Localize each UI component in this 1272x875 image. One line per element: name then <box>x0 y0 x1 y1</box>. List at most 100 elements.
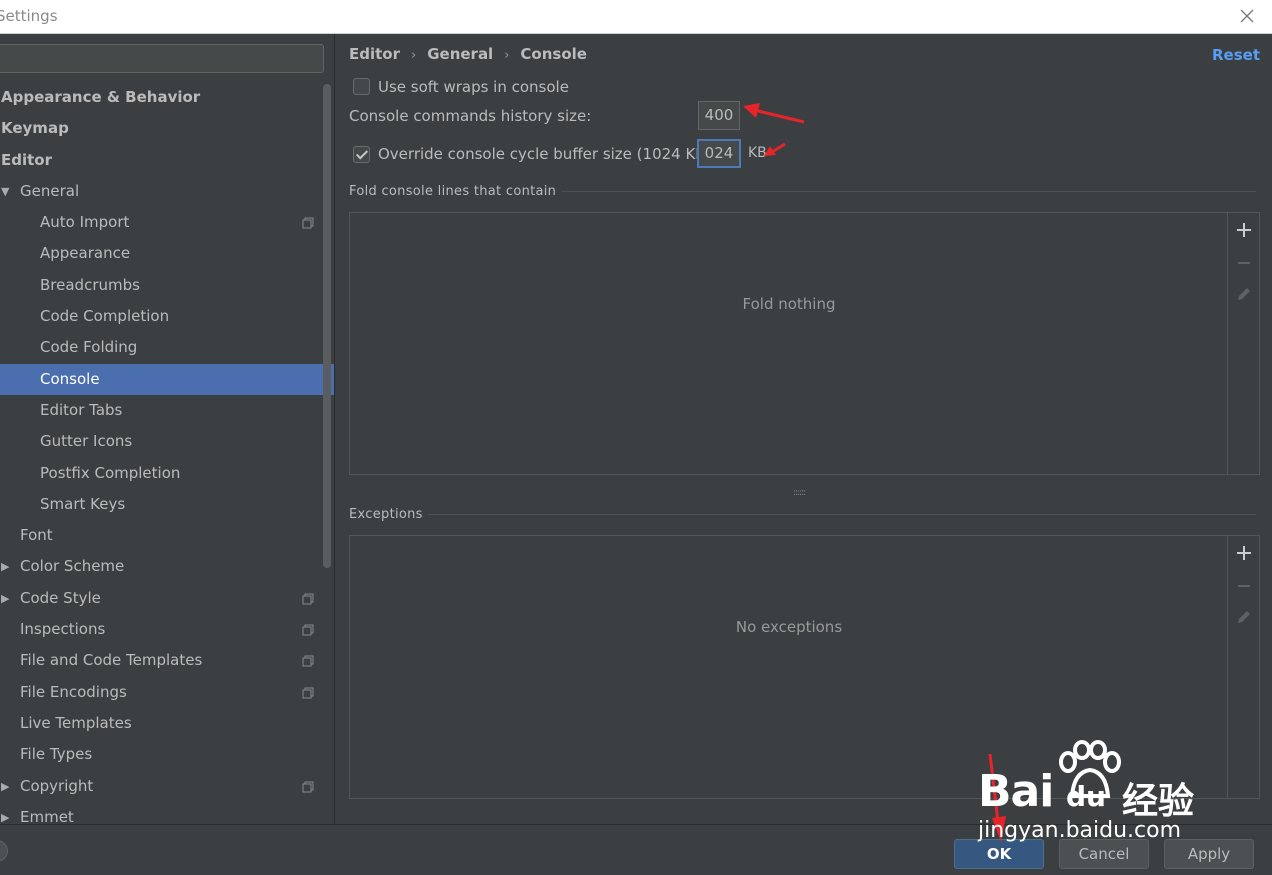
watermark-brand: Bai <box>978 766 1054 817</box>
override-buffer-label: Override console cycle buffer size (1024… <box>378 145 712 163</box>
sidebar-item-gutter-icons[interactable]: Gutter Icons <box>0 426 334 457</box>
fold-lines-list[interactable]: Fold nothing <box>349 212 1260 475</box>
sidebar-item-inspections[interactable]: Inspections <box>0 614 334 645</box>
sidebar-item-label: Color Scheme <box>20 557 125 576</box>
sidebar-item-label: Editor <box>1 150 52 169</box>
help-button[interactable] <box>0 840 8 862</box>
sidebar-item-label: Copyright <box>20 776 94 795</box>
sidebar-item-label: Emmet <box>20 807 74 824</box>
project-scope-icon <box>302 217 314 229</box>
sidebar-item-label: Code Folding <box>40 338 138 357</box>
history-size-field[interactable]: 400 <box>698 101 740 130</box>
sidebar-item-keymap[interactable]: Keymap <box>0 113 334 144</box>
breadcrumb-general: General <box>427 45 494 63</box>
sidebar-item-label: Keymap <box>1 119 69 138</box>
sidebar-item-label: Smart Keys <box>40 494 126 513</box>
sidebar-scrollbar[interactable] <box>323 84 331 568</box>
sidebar-item-code-folding[interactable]: Code Folding <box>0 332 334 363</box>
sidebar-item-label: Breadcrumbs <box>40 275 140 294</box>
soft-wraps-checkbox[interactable] <box>353 78 370 95</box>
sidebar-item-font[interactable]: Font <box>0 520 334 551</box>
sidebar-item-label: Inspections <box>20 620 106 639</box>
sidebar-item-postfix-completion[interactable]: Postfix Completion <box>0 458 334 489</box>
sidebar-item-file-encodings[interactable]: File Encodings <box>0 677 334 708</box>
annotation-arrow-icon <box>743 103 805 124</box>
sidebar-item-console[interactable]: Console <box>0 363 334 395</box>
sidebar-item-label: Live Templates <box>20 713 132 732</box>
sidebar-item-label: Auto Import <box>40 213 130 232</box>
override-buffer-checkbox[interactable] <box>353 146 370 163</box>
splitter-handle[interactable]: :::::: <box>793 488 806 498</box>
project-scope-icon <box>302 781 314 793</box>
watermark-jingyan: 经验 <box>1122 781 1195 822</box>
collapse-arrow-icon[interactable]: ▶ <box>1 551 9 582</box>
fold-section-divider <box>562 191 1256 192</box>
sidebar-item-code-style[interactable]: ▶ Code Style <box>0 583 334 614</box>
close-icon[interactable] <box>1236 5 1258 27</box>
fold-list-toolbar <box>1227 213 1259 474</box>
sidebar-item-appearance[interactable]: Appearance <box>0 238 334 269</box>
sidebar-item-appearance-behavior[interactable]: Appearance & Behavior <box>0 82 334 113</box>
remove-icon[interactable] <box>1234 253 1254 273</box>
breadcrumb-separator: › <box>504 48 510 63</box>
baidu-watermark: Bai du 经验 jingyan.baidu.com <box>970 740 1210 850</box>
add-icon[interactable] <box>1234 220 1254 240</box>
sidebar-item-copyright[interactable]: ▶ Copyright <box>0 771 334 802</box>
expand-arrow-icon[interactable]: ▼ <box>1 176 9 207</box>
watermark-brand-du: du <box>1066 780 1106 813</box>
settings-content: Editor › General › Console Reset Use soft wr… <box>336 34 1272 824</box>
sidebar-item-editor[interactable]: Editor <box>0 145 334 176</box>
reset-link[interactable]: Reset <box>1212 46 1260 64</box>
fold-empty-text: Fold nothing <box>742 295 836 313</box>
sidebar-item-label: Console <box>40 369 100 388</box>
sidebar-item-label: Appearance <box>40 244 131 263</box>
sidebar-item-label: File and Code Templates <box>20 651 203 670</box>
sidebar-item-general[interactable]: ▼ General <box>0 176 334 207</box>
sidebar-item-file-types[interactable]: File Types <box>0 739 334 770</box>
sidebar-item-label: Postfix Completion <box>40 463 181 482</box>
settings-tree: Appearance & Behavior Keymap Editor ▼ Genera… <box>0 82 334 824</box>
add-icon[interactable] <box>1234 543 1254 563</box>
sidebar-item-label: General <box>20 181 80 200</box>
sidebar-item-label: Gutter Icons <box>40 432 133 451</box>
watermark-url: jingyan.baidu.com <box>978 818 1182 843</box>
exceptions-list-toolbar <box>1227 536 1259 798</box>
sidebar-item-emmet[interactable]: ▶ Emmet <box>0 802 334 824</box>
sidebar-item-live-templates[interactable]: Live Templates <box>0 708 334 739</box>
sidebar-item-code-completion[interactable]: Code Completion <box>0 301 334 332</box>
fold-section-title: Fold console lines that contain <box>349 184 557 199</box>
history-size-label: Console commands history size: <box>349 107 592 125</box>
sidebar-item-smart-keys[interactable]: Smart Keys <box>0 489 334 520</box>
sidebar-item-label: Font <box>20 526 53 545</box>
collapse-arrow-icon[interactable]: ▶ <box>1 583 9 614</box>
sidebar-item-breadcrumbs[interactable]: Breadcrumbs <box>0 270 334 301</box>
sidebar-item-color-scheme[interactable]: ▶ Color Scheme <box>0 551 334 582</box>
soft-wraps-label: Use soft wraps in console <box>378 78 569 96</box>
breadcrumb-editor: Editor <box>349 45 400 63</box>
window-title: Settings <box>0 7 58 25</box>
annotation-arrow-icon <box>764 142 786 156</box>
breadcrumb-separator: › <box>411 48 417 63</box>
project-scope-icon <box>302 687 314 699</box>
breadcrumb-console: Console <box>520 45 587 63</box>
collapse-arrow-icon[interactable]: ▶ <box>1 771 9 802</box>
collapse-arrow-icon[interactable]: ▶ <box>1 802 9 824</box>
buffer-size-field[interactable]: 024 <box>697 139 741 168</box>
sidebar-item-label: Code Style <box>20 588 101 607</box>
edit-icon[interactable] <box>1234 284 1254 304</box>
sidebar-item-auto-import[interactable]: Auto Import <box>0 207 334 238</box>
remove-icon[interactable] <box>1234 576 1254 596</box>
sidebar-item-editor-tabs[interactable]: Editor Tabs <box>0 395 334 426</box>
sidebar-item-label: Code Completion <box>40 307 170 326</box>
project-scope-icon <box>302 624 314 636</box>
exceptions-section-title: Exceptions <box>349 507 423 522</box>
settings-sidebar: Appearance & Behavior Keymap Editor ▼ Genera… <box>0 34 335 824</box>
title-bar: Settings <box>0 0 1272 34</box>
breadcrumb: Editor › General › Console <box>349 45 587 63</box>
exceptions-empty-text: No exceptions <box>735 618 843 636</box>
search-input[interactable] <box>0 44 324 73</box>
edit-icon[interactable] <box>1234 607 1254 627</box>
sidebar-item-file-and-code-templates[interactable]: File and Code Templates <box>0 645 334 676</box>
project-scope-icon <box>302 593 314 605</box>
exceptions-section-divider <box>428 514 1256 515</box>
